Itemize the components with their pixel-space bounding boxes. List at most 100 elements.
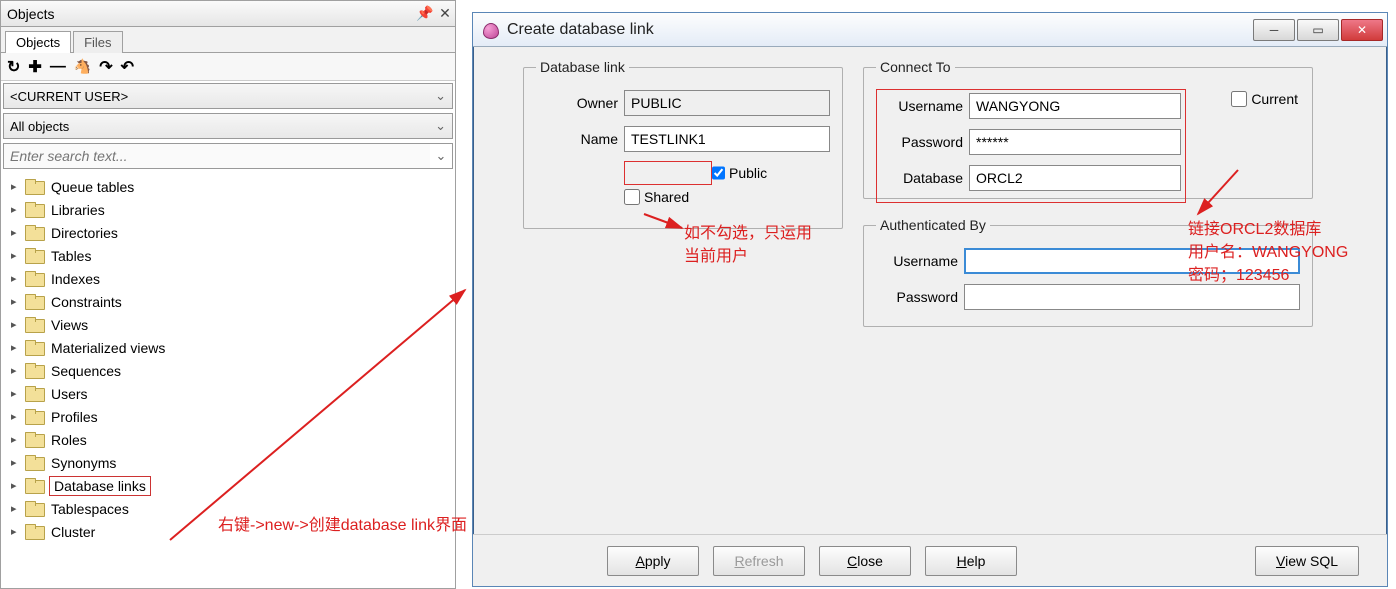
expand-icon[interactable]: ▸ [11, 456, 25, 469]
folder-icon [25, 478, 45, 494]
database-icon [481, 20, 501, 40]
remove-icon[interactable]: — [50, 58, 66, 76]
expand-icon[interactable]: ▸ [11, 387, 25, 400]
tree-item[interactable]: ▸ Cluster [1, 520, 455, 543]
auth-pass-field[interactable] [964, 284, 1300, 310]
find-icon[interactable]: 🐴 [74, 58, 91, 75]
tree-item[interactable]: ▸ Users [1, 382, 455, 405]
public-checkbox[interactable] [712, 165, 725, 181]
apply-button[interactable]: Apply [607, 546, 699, 576]
fieldset-auth-by: Authenticated By Username Password [863, 217, 1313, 327]
pin-icon[interactable]: 📌 [415, 5, 435, 22]
folder-icon [25, 409, 45, 425]
expand-icon[interactable]: ▸ [11, 203, 25, 216]
tree-item-label: Materialized views [49, 339, 167, 357]
folder-icon [25, 248, 45, 264]
ct-user-field[interactable] [969, 93, 1181, 119]
refresh-button[interactable]: Refresh [713, 546, 805, 576]
connect-legend: Connect To [876, 59, 955, 75]
tree-item-label: Roles [49, 431, 89, 449]
tree-item-label: Users [49, 385, 90, 403]
expand-icon[interactable]: ▸ [11, 249, 25, 262]
dialog-titlebar[interactable]: Create database link ─ ▭ ✕ [473, 13, 1387, 47]
close-button[interactable]: ✕ [1341, 19, 1383, 41]
expand-icon[interactable]: ▸ [11, 502, 25, 515]
tree-item[interactable]: ▸ Indexes [1, 267, 455, 290]
folder-icon [25, 179, 45, 195]
tree-item[interactable]: ▸Directories [1, 221, 455, 244]
tree-item[interactable]: ▸ Synonyms [1, 451, 455, 474]
folder-icon [25, 455, 45, 471]
folder-icon [25, 363, 45, 379]
folder-icon [25, 271, 45, 287]
find-next-icon[interactable]: ↷ [99, 57, 112, 77]
ct-db-field[interactable] [969, 165, 1181, 191]
panel-tabs: Objects Files [1, 27, 455, 53]
expand-icon[interactable]: ▸ [11, 341, 25, 354]
tree-item-label: Database links [49, 476, 151, 496]
auth-user-label: Username [876, 253, 958, 269]
tree-item[interactable]: ▸ Materialized views [1, 336, 455, 359]
name-field[interactable] [624, 126, 830, 152]
current-checkbox[interactable] [1231, 91, 1247, 107]
tab-objects[interactable]: Objects [5, 31, 71, 53]
find-prev-icon[interactable]: ↶ [121, 57, 134, 77]
tree-item-label: Libraries [49, 201, 107, 219]
tree-item[interactable]: ▸Constraints [1, 290, 455, 313]
auth-user-field[interactable] [964, 248, 1300, 274]
view-sql-button[interactable]: View SQL [1255, 546, 1359, 576]
chevron-down-icon[interactable]: ⌄ [430, 148, 452, 164]
tree-item-label: Synonyms [49, 454, 118, 472]
tree-item[interactable]: ▸ Profiles [1, 405, 455, 428]
tree-item[interactable]: ▸ Sequences [1, 359, 455, 382]
close-panel-icon[interactable]: ✕ [435, 5, 455, 22]
expand-icon[interactable]: ▸ [11, 433, 25, 446]
expand-icon[interactable]: ▸ [11, 525, 25, 538]
owner-field[interactable] [624, 90, 830, 116]
expand-icon[interactable]: ▸ [11, 479, 25, 492]
tree-item[interactable]: ▸Queue tables [1, 175, 455, 198]
tree-item-label: Indexes [49, 270, 102, 288]
public-label: Public [729, 165, 767, 181]
minimize-button[interactable]: ─ [1253, 19, 1295, 41]
refresh-icon[interactable]: ↻ [7, 57, 20, 77]
object-tree[interactable]: ▸Queue tables▸Libraries▸Directories▸Tabl… [1, 171, 455, 588]
dialog-button-bar: Apply Refresh Close Help View SQL [473, 534, 1387, 586]
auth-legend: Authenticated By [876, 217, 990, 233]
expand-icon[interactable]: ▸ [11, 180, 25, 193]
maximize-button[interactable]: ▭ [1297, 19, 1339, 41]
expand-icon[interactable]: ▸ [11, 226, 25, 239]
user-dropdown[interactable]: <CURRENT USER> ⌄ [3, 83, 453, 109]
folder-icon [25, 202, 45, 218]
expand-icon[interactable]: ▸ [11, 410, 25, 423]
close-dialog-button[interactable]: Close [819, 546, 911, 576]
folder-icon [25, 386, 45, 402]
shared-checkbox[interactable] [624, 189, 640, 205]
tree-item[interactable]: ▸Tables [1, 244, 455, 267]
help-button[interactable]: Help [925, 546, 1017, 576]
filter-dropdown-value: All objects [10, 119, 69, 134]
tree-item-label: Cluster [49, 523, 97, 541]
expand-icon[interactable]: ▸ [11, 295, 25, 308]
tree-item[interactable]: ▸ Roles [1, 428, 455, 451]
ct-pass-field[interactable] [969, 129, 1181, 155]
folder-icon [25, 501, 45, 517]
auth-pass-label: Password [876, 289, 958, 305]
tree-item-label: Views [49, 316, 90, 334]
expand-icon[interactable]: ▸ [11, 318, 25, 331]
search-input[interactable] [4, 144, 430, 168]
tree-item[interactable]: ▸ Libraries [1, 198, 455, 221]
user-dropdown-value: <CURRENT USER> [10, 89, 128, 104]
filter-dropdown[interactable]: All objects ⌄ [3, 113, 453, 139]
add-icon[interactable]: ✚ [28, 57, 41, 77]
tree-item[interactable]: ▸ Views [1, 313, 455, 336]
tree-item[interactable]: ▸ Database links [1, 474, 455, 497]
tree-item[interactable]: ▸Tablespaces [1, 497, 455, 520]
expand-icon[interactable]: ▸ [11, 364, 25, 377]
tree-item-label: Sequences [49, 362, 123, 380]
panel-title-bar: Objects 📌 ✕ [1, 1, 455, 27]
tree-item-label: Profiles [49, 408, 100, 426]
expand-icon[interactable]: ▸ [11, 272, 25, 285]
tab-files[interactable]: Files [73, 31, 122, 53]
search-row: ⌄ [3, 143, 453, 169]
